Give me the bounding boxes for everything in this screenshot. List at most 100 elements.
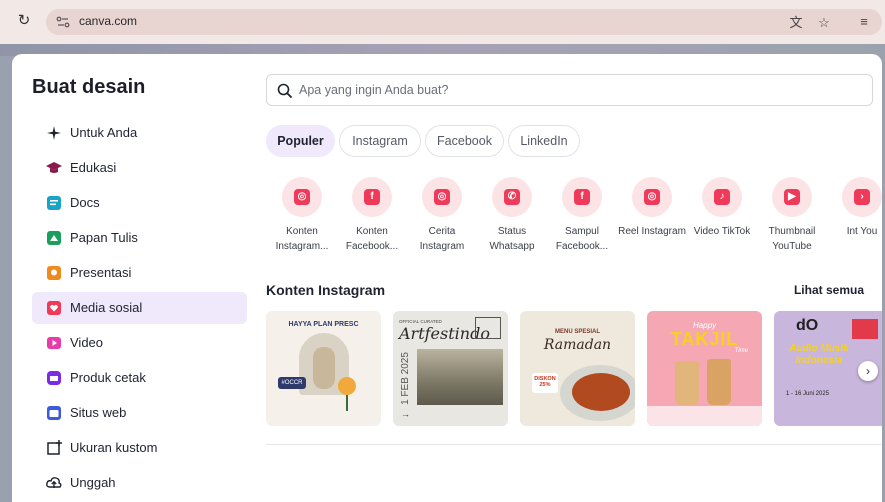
template-text: Ramadan: [543, 337, 612, 353]
drink-cup-right: [707, 359, 731, 405]
sidebar-item-label: Presentasi: [70, 265, 132, 280]
category-thumbnail-youtube[interactable]: ▶ Thumbnail YouTube: [756, 177, 828, 259]
sidebar-item-untuk-anda[interactable]: Untuk Anda: [32, 117, 247, 149]
sidebar-item-video[interactable]: Video: [32, 327, 247, 359]
sidebar-item-label: Video: [70, 335, 104, 350]
stem-shape: [346, 395, 348, 411]
facebook-icon: f: [364, 189, 380, 205]
category-circle: ◎: [632, 177, 672, 217]
template-card[interactable]: Happy TAKJIL Time: [647, 311, 762, 426]
social-media-icon: [47, 301, 61, 315]
sidebar-item-label: Situs web: [70, 405, 127, 420]
sidebar-item-label: Docs: [70, 195, 100, 210]
browser-toolbar: ↻ canva.com 文 ☆ ≡: [0, 0, 885, 44]
carousel-next-button[interactable]: ›: [858, 361, 878, 381]
category-circle: ▶: [772, 177, 812, 217]
whatsapp-icon: ✆: [504, 189, 520, 205]
sidebar-item-label: Papan Tulis: [70, 230, 138, 245]
instagram-icon: ◎: [434, 189, 450, 205]
category-reel-instagram[interactable]: ◎ Reel Instagram: [616, 177, 688, 259]
site-settings-icon[interactable]: [55, 14, 71, 30]
template-card[interactable]: HAYYA PLAN PRESC #OCCR: [266, 311, 381, 426]
sidebar-item-label: Edukasi: [70, 160, 117, 175]
chip-linkedin[interactable]: LinkedIn: [508, 125, 580, 157]
sidebar-item-papan-tulis[interactable]: Papan Tulis: [32, 222, 247, 254]
media-control-icon[interactable]: ≡: [856, 14, 872, 30]
template-footer: [647, 406, 762, 426]
search-icon: [277, 83, 293, 99]
sidebar-item-label: Produk cetak: [70, 370, 146, 385]
address-bar[interactable]: canva.com 文 ☆: [46, 9, 882, 35]
website-icon: [47, 406, 61, 420]
arrow-right-icon: →: [401, 409, 410, 419]
chip-populer[interactable]: Populer: [266, 125, 335, 157]
sidebar-item-unggah[interactable]: Unggah: [32, 467, 247, 499]
template-card[interactable]: MENU SPESIAL Ramadan DISKON 25%: [520, 311, 635, 426]
category-konten-facebook[interactable]: f Konten Facebook...: [336, 177, 408, 259]
see-all-link[interactable]: Lihat semua: [794, 283, 864, 297]
chip-facebook[interactable]: Facebook: [425, 125, 504, 157]
category-label: Konten Instagram...: [275, 226, 329, 252]
category-partial[interactable]: › Int You: [826, 177, 882, 259]
sidebar-item-presentasi[interactable]: Presentasi: [32, 257, 247, 289]
sidebar-item-situs-web[interactable]: Situs web: [32, 397, 247, 429]
template-text: TAKJIL: [670, 329, 739, 349]
sidebar-item-docs[interactable]: Docs: [32, 187, 247, 219]
sparkle-icon: [47, 126, 61, 140]
template-text: HAYYA PLAN PRESC: [288, 321, 359, 328]
search-input[interactable]: Apa yang ingin Anda buat?: [266, 74, 873, 106]
create-design-dialog: Buat desain Untuk Anda Edukasi Docs Papa…: [12, 54, 882, 502]
translate-icon[interactable]: 文: [788, 15, 804, 31]
search-placeholder[interactable]: Apa yang ingin Anda buat?: [299, 83, 448, 97]
upload-icon: [46, 477, 62, 488]
facebook-icon: f: [574, 189, 590, 205]
template-text: #OCCR: [278, 377, 306, 389]
sidebar-item-label: Unggah: [70, 475, 116, 490]
category-label: Video TikTok: [693, 226, 751, 237]
category-cerita-instagram[interactable]: ◎ Cerita Instagram: [406, 177, 478, 259]
template-text: Time: [734, 348, 748, 354]
tiktok-icon: ♪: [714, 189, 730, 205]
video-icon: [47, 337, 61, 349]
sidebar-item-produk-cetak[interactable]: Produk cetak: [32, 362, 247, 394]
whiteboard-icon: [47, 231, 61, 245]
category-row: ◎ Konten Instagram... f Konten Facebook.…: [266, 177, 882, 259]
category-sampul-facebook[interactable]: f Sampul Facebook...: [546, 177, 618, 259]
category-konten-instagram[interactable]: ◎ Konten Instagram...: [266, 177, 338, 259]
custom-size-icon: [47, 440, 62, 455]
noodle-dish: [572, 373, 630, 411]
child-figure: [313, 347, 335, 389]
sidebar-item-media-sosial[interactable]: Media sosial: [32, 292, 247, 324]
url-text[interactable]: canva.com: [79, 14, 137, 28]
main-content: Apa yang ingin Anda buat? Populer Instag…: [266, 54, 882, 502]
template-text: MENU SPESIAL: [554, 329, 600, 335]
print-icon: [47, 371, 61, 385]
chip-instagram[interactable]: Instagram: [339, 125, 421, 157]
bookmark-star-icon[interactable]: ☆: [816, 15, 832, 31]
sidebar-item-edukasi[interactable]: Edukasi: [32, 152, 247, 184]
category-status-whatsapp[interactable]: ✆ Status Whatsapp: [476, 177, 548, 259]
category-label: Status Whatsapp: [489, 226, 535, 252]
reload-icon[interactable]: ↻: [14, 11, 34, 31]
sidebar-item-ukuran-kustom[interactable]: Ukuran kustom: [32, 432, 247, 464]
category-circle: ◎: [282, 177, 322, 217]
template-row: HAYYA PLAN PRESC #OCCR OFFICIAL CURATED …: [266, 311, 882, 427]
sunflower-icon: [338, 377, 356, 395]
sidebar-item-label: Media sosial: [70, 300, 143, 315]
collage-shape: [852, 319, 878, 339]
category-circle: f: [562, 177, 602, 217]
category-video-tiktok[interactable]: ♪ Video TikTok: [686, 177, 758, 259]
category-circle: ◎: [422, 177, 462, 217]
category-label: Cerita Instagram: [419, 226, 465, 252]
template-card[interactable]: OFFICIAL CURATED Artfestindo 1 FEB 2025 …: [393, 311, 508, 426]
template-text: 1 FEB 2025: [399, 352, 411, 405]
landscape-painting: [417, 349, 503, 405]
instagram-icon: ◎: [644, 189, 660, 205]
graduation-cap-icon: [46, 162, 62, 173]
category-circle: ✆: [492, 177, 532, 217]
youtube-icon: ▶: [784, 189, 800, 205]
presentation-icon: [47, 266, 61, 280]
drink-cup-left: [675, 361, 699, 405]
section-divider: [266, 444, 882, 445]
category-label: Reel Instagram: [618, 226, 686, 237]
